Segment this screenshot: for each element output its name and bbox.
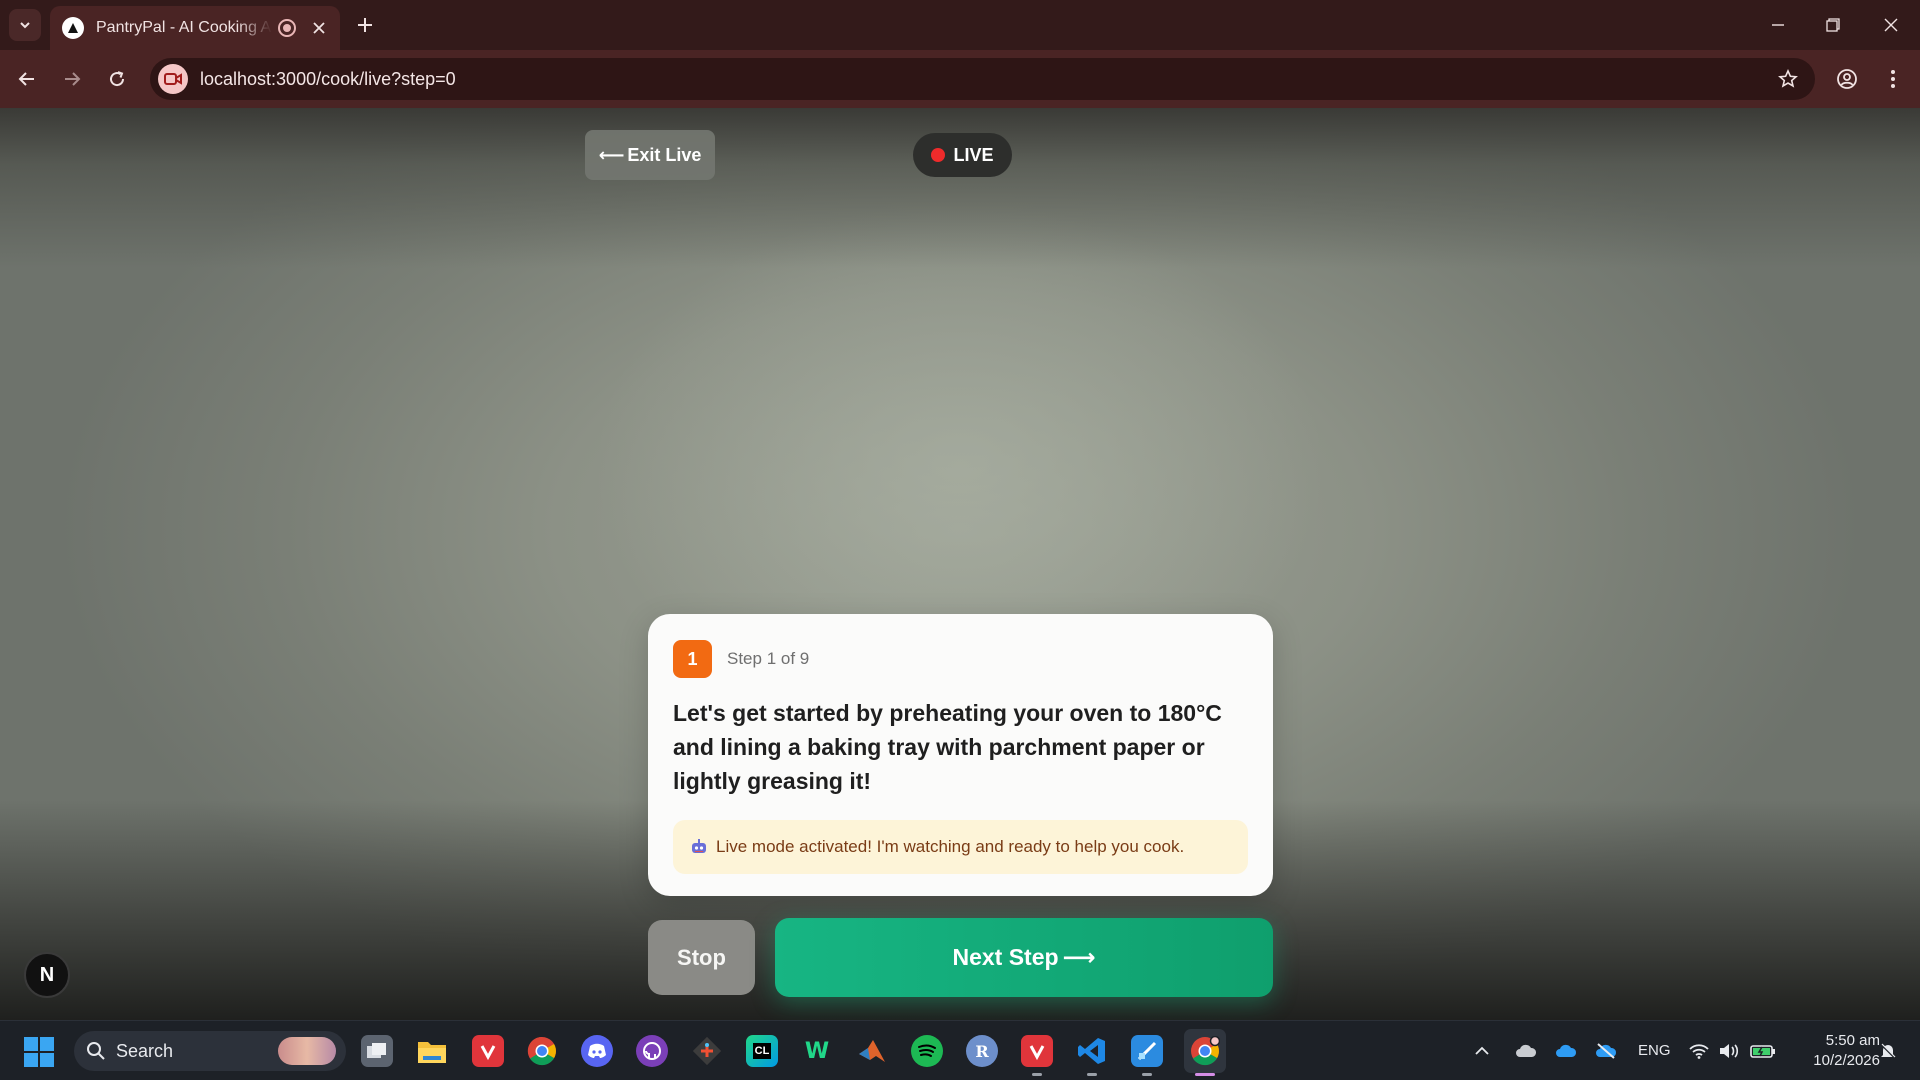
exit-live-button[interactable]: ⟵ Exit Live [585, 130, 715, 180]
task-view-icon[interactable] [361, 1035, 393, 1067]
vscode-icon[interactable] [1076, 1035, 1108, 1067]
profile-icon[interactable] [1832, 64, 1862, 94]
next-step-button[interactable]: Next Step ⟶ [775, 918, 1273, 997]
next-step-label: Next Step [952, 944, 1059, 970]
search-icon [87, 1042, 105, 1060]
discord-icon[interactable] [581, 1035, 613, 1067]
restore-icon[interactable] [1818, 10, 1848, 40]
reload-icon[interactable] [102, 64, 132, 94]
file-explorer-icon[interactable] [416, 1035, 448, 1067]
onedrive-icon[interactable] [1551, 1035, 1581, 1067]
stop-button[interactable]: Stop [648, 920, 755, 995]
browser-tab-active[interactable]: PantryPal - AI Cooking Assistant [50, 6, 340, 50]
live-label: LIVE [953, 144, 994, 165]
tab-close-icon[interactable] [310, 19, 328, 37]
webstorm-icon[interactable]: W [801, 1035, 833, 1067]
search-highlight-icon [278, 1037, 336, 1065]
clion-icon[interactable]: CL [746, 1035, 778, 1067]
step-card: 1 Step 1 of 9 Let's get started by prehe… [648, 614, 1273, 896]
language-indicator[interactable]: ENG [1638, 1042, 1671, 1059]
cloud-icon[interactable] [1511, 1035, 1541, 1067]
step-progress-label: Step 1 of 9 [727, 649, 810, 668]
notice-text: Live mode activated! I'm watching and re… [716, 837, 1185, 856]
browser-tabbar: PantryPal - AI Cooking Assistant [0, 0, 1920, 50]
close-window-icon[interactable] [1876, 10, 1906, 40]
live-dot-icon [931, 148, 946, 162]
vivaldi-icon[interactable] [472, 1035, 504, 1067]
url-text: localhost:3000/cook/live?step=0 [200, 68, 456, 89]
running-indicator [1087, 1073, 1097, 1076]
robot-icon [692, 839, 706, 853]
address-bar[interactable]: localhost:3000/cook/live?step=0 [150, 58, 1815, 100]
new-tab-plus-icon[interactable] [352, 12, 378, 38]
r-icon[interactable]: R [966, 1035, 998, 1067]
more-menu-icon[interactable] [1878, 64, 1908, 94]
chrome-active-icon[interactable] [1184, 1029, 1226, 1073]
camera-in-use-icon[interactable] [158, 64, 188, 94]
wifi-icon[interactable] [1684, 1035, 1714, 1067]
tab-search-button[interactable] [9, 9, 41, 41]
minimize-icon[interactable] [1763, 10, 1793, 40]
clock-date: 10/2/2026 [1813, 1052, 1880, 1069]
vivaldi-icon-2[interactable] [1021, 1035, 1053, 1067]
bookmark-star-icon[interactable] [1777, 68, 1799, 90]
clock-time: 5:50 am [1825, 1032, 1880, 1049]
arrow-right-icon: ⟶ [1062, 944, 1096, 970]
volume-icon[interactable] [1714, 1035, 1744, 1067]
browser-toolbar: localhost:3000/cook/live?step=0 [0, 50, 1920, 108]
running-indicator [1032, 1073, 1042, 1076]
snipping-tool-icon[interactable] [1131, 1035, 1163, 1067]
forward-arrow-icon[interactable] [57, 64, 87, 94]
back-arrow-icon[interactable] [12, 64, 42, 94]
battery-charging-icon[interactable] [1748, 1035, 1778, 1067]
github-desktop-icon[interactable] [636, 1035, 668, 1067]
search-placeholder: Search [116, 1040, 174, 1061]
exit-live-label: Exit Live [627, 144, 702, 165]
live-indicator: LIVE [913, 133, 1012, 177]
arrow-left-icon: ⟵ [598, 144, 625, 165]
git-icon[interactable] [691, 1035, 723, 1067]
step-number-badge: 1 [673, 640, 712, 678]
step-instruction: Let's get started by preheating your ove… [673, 700, 1222, 794]
chevron-down-icon [20, 22, 30, 29]
matlab-icon[interactable] [856, 1035, 888, 1067]
recording-indicator-icon [278, 19, 296, 37]
nextjs-favicon-icon [62, 17, 84, 39]
running-indicator [1142, 1073, 1152, 1076]
windows-taskbar: Search CL W R ENG 5:50 am 10/2/2026 [0, 1020, 1920, 1080]
windows-start-icon[interactable] [24, 1037, 54, 1067]
notification-bell-icon[interactable] [1874, 1035, 1902, 1067]
system-clock[interactable]: 5:50 am 10/2/2026 [1786, 1031, 1880, 1071]
tab-title: PantryPal - AI Cooking Assistant [96, 19, 272, 36]
onedrive-offline-icon[interactable] [1591, 1035, 1621, 1067]
active-indicator [1195, 1073, 1215, 1076]
live-camera-view: ⟵ Exit Live LIVE 1 Step 1 of 9 Let's get… [0, 108, 1920, 1020]
step-header: 1 Step 1 of 9 [673, 640, 1248, 678]
live-mode-notice: Live mode activated! I'm watching and re… [673, 820, 1248, 874]
spotify-icon[interactable] [911, 1035, 943, 1067]
taskbar-search[interactable]: Search [74, 1031, 346, 1071]
nextjs-dev-badge[interactable]: N [24, 952, 70, 998]
chrome-icon[interactable] [526, 1035, 558, 1067]
chevron-up-icon[interactable] [1470, 1035, 1494, 1067]
